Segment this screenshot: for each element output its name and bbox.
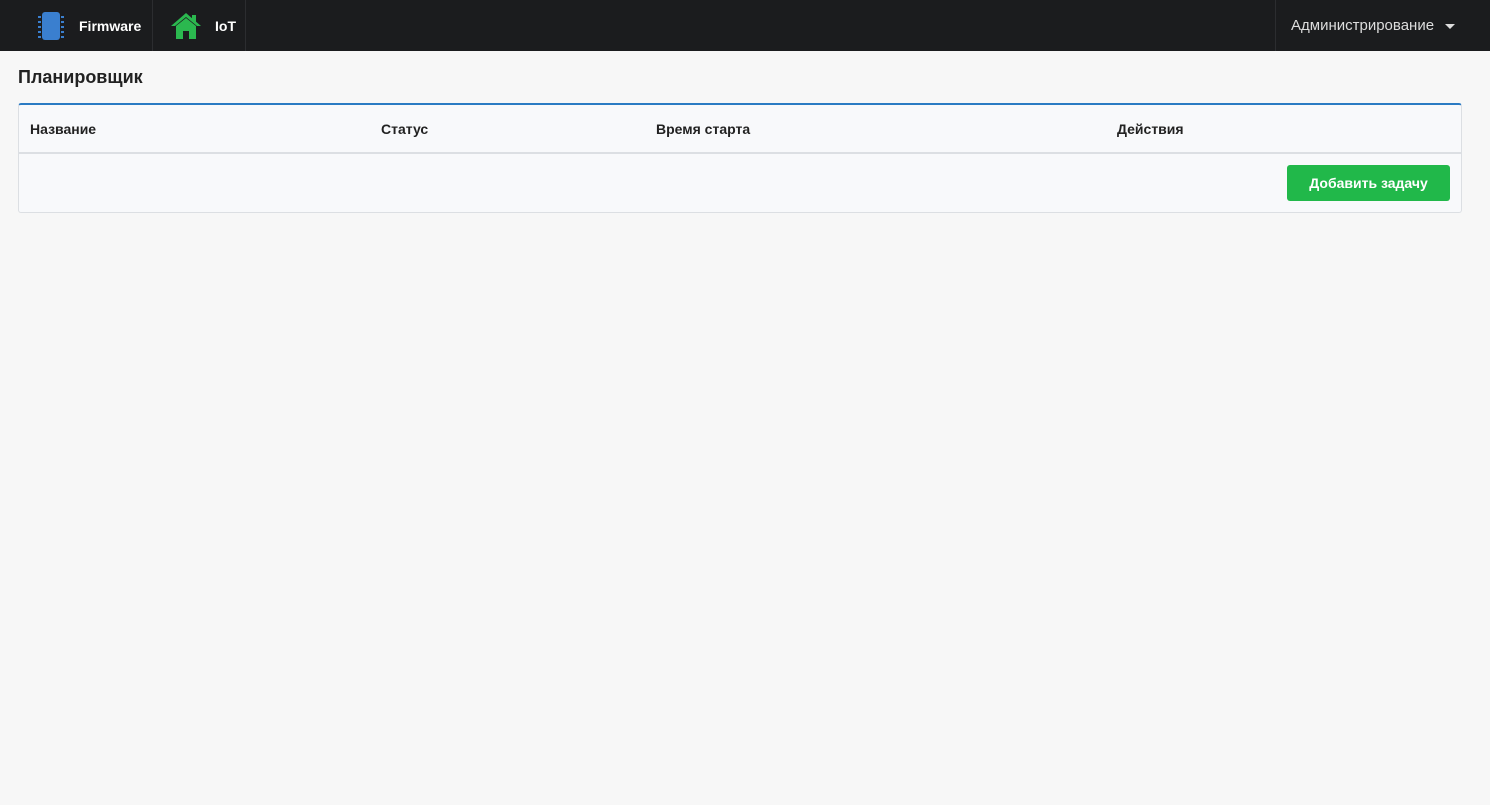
column-header-start-time: Время старта	[656, 121, 751, 137]
home-icon	[170, 12, 202, 40]
nav-iot[interactable]: IoT	[153, 0, 246, 51]
scheduler-table-panel: Название Статус Время старта Действия До…	[18, 103, 1462, 213]
caret-down-icon	[1445, 24, 1456, 29]
top-navbar: Firmware IoT Администрирование	[0, 0, 1490, 51]
table-header: Название Статус Время старта Действия	[19, 105, 1461, 154]
page-title: Планировщик	[18, 67, 143, 87]
column-header-status: Статус	[381, 121, 429, 137]
admin-dropdown-label: Администрирование	[1291, 17, 1435, 34]
nav-firmware-label: Firmware	[79, 17, 142, 34]
column-header-actions: Действия	[1117, 121, 1184, 137]
nav-firmware[interactable]: Firmware	[0, 0, 153, 51]
chip-icon	[36, 11, 66, 41]
table-footer-row: Добавить задачу	[19, 154, 1461, 213]
nav-iot-label: IoT	[215, 17, 236, 34]
add-task-button[interactable]: Добавить задачу	[1287, 165, 1450, 201]
admin-dropdown[interactable]: Администрирование	[1275, 0, 1490, 51]
column-header-name: Название	[30, 121, 97, 137]
